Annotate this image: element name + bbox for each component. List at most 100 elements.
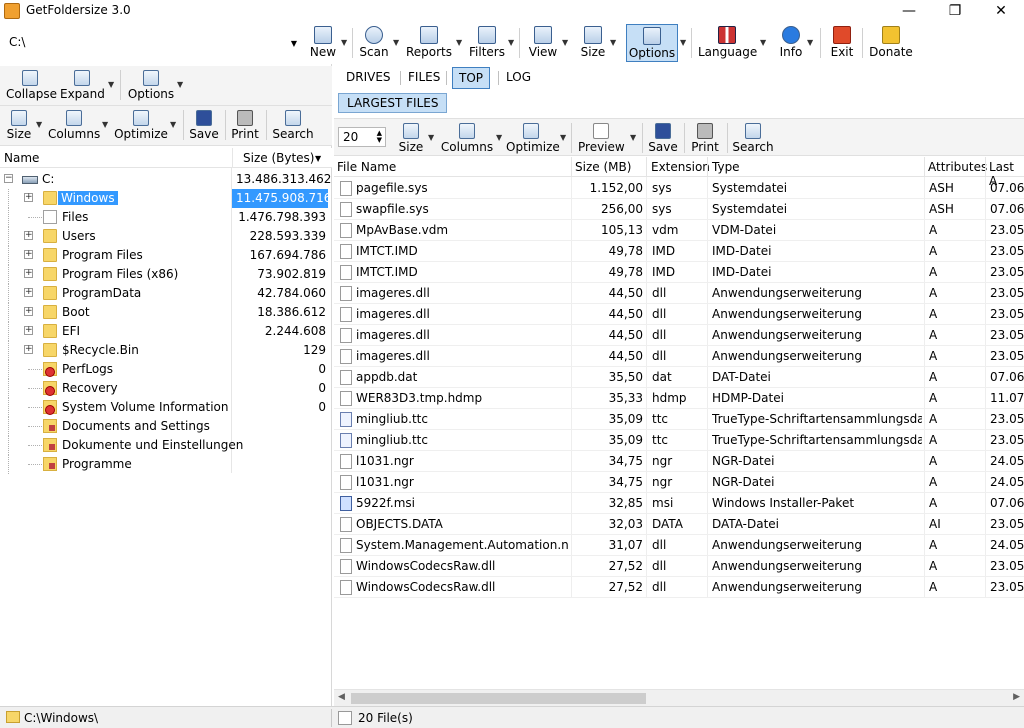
tree-size-button[interactable]: Size (4, 108, 34, 144)
tree-row[interactable]: + Users 228.593.339 (0, 227, 332, 246)
list-row[interactable]: OBJECTS.DATA 32,03 DATA DATA-Datei AI 23.05 (334, 514, 1024, 535)
list-row[interactable]: imageres.dll 44,50 dll Anwendungserweiterun… (334, 304, 1024, 325)
tree-root-row[interactable]: − C: 13.486.313.462 (0, 170, 332, 189)
exit-button[interactable]: Exit (828, 24, 856, 62)
preview-dropdown-icon[interactable]: ▼ (630, 133, 636, 142)
language-button[interactable]: Language (698, 24, 757, 62)
list-row[interactable]: IMTCT.IMD 49,78 IMD IMD-Datei A 23.05 (334, 262, 1024, 283)
scan-button[interactable]: Scan (358, 24, 390, 62)
list-row[interactable]: imageres.dll 44,50 dll Anwendungserweiterun… (334, 283, 1024, 304)
filters-dropdown-icon[interactable]: ▼ (508, 38, 514, 47)
expand-dropdown-icon[interactable]: ▼ (108, 80, 114, 89)
stepper-arrows-icon[interactable]: ▲ ▼ (377, 130, 382, 144)
expand-node-icon[interactable]: + (24, 326, 33, 335)
tree-columns-button[interactable]: Columns (48, 108, 100, 144)
tree-row[interactable]: Dokumente und Einstellungen (0, 436, 332, 455)
list-row[interactable]: pagefile.sys 1.152,00 sys Systemdatei ASH 07.… (334, 178, 1024, 199)
list-row[interactable]: imageres.dll 44,50 dll Anwendungserweiterun… (334, 346, 1024, 367)
tree-row[interactable]: + ProgramData 42.784.060 (0, 284, 332, 303)
list-row[interactable]: MpAvBase.vdm 105,13 vdm VDM-Datei A 23.05 (334, 220, 1024, 241)
size-button[interactable]: Size (578, 24, 608, 62)
minimize-button[interactable]: — (886, 0, 932, 22)
tab-top[interactable]: TOP (452, 67, 491, 89)
tree-print-button[interactable]: Print (230, 108, 260, 144)
expand-node-icon[interactable]: + (24, 231, 33, 240)
tree-row[interactable]: System Volume Information 0 (0, 398, 332, 417)
list-size-button[interactable]: Size (396, 121, 426, 157)
close-button[interactable]: ✕ (978, 0, 1024, 22)
expand-node-icon[interactable]: + (24, 345, 33, 354)
expand-node-icon[interactable]: + (24, 250, 33, 259)
tab-log[interactable]: LOG (500, 67, 537, 89)
view-button[interactable]: View (526, 24, 560, 62)
tree-columns-dropdown-icon[interactable]: ▼ (102, 120, 108, 129)
tree-header-name[interactable]: Name (4, 151, 39, 165)
list-row[interactable]: imageres.dll 44,50 dll Anwendungserweiterun… (334, 325, 1024, 346)
tab-drives[interactable]: DRIVES (340, 67, 397, 89)
col-type[interactable]: Type (712, 160, 740, 174)
collapse-node-icon[interactable]: − (4, 174, 13, 183)
scan-dropdown-icon[interactable]: ▼ (393, 38, 399, 47)
list-row[interactable]: IMTCT.IMD 49,78 IMD IMD-Datei A 23.05 (334, 241, 1024, 262)
list-print-button[interactable]: Print (690, 121, 720, 157)
options-dropdown-icon[interactable]: ▼ (680, 38, 686, 47)
list-columns-button[interactable]: Columns (440, 121, 494, 157)
maximize-button[interactable]: ❐ (932, 0, 978, 22)
largest-files-button[interactable]: LARGEST FILES (338, 93, 448, 113)
collapse-button[interactable]: Collapse (6, 68, 57, 104)
reports-button[interactable]: Reports (405, 24, 453, 62)
tree-save-button[interactable]: Save (188, 108, 220, 144)
info-dropdown-icon[interactable]: ▼ (807, 38, 813, 47)
expand-button[interactable]: Expand (60, 68, 105, 104)
tree-row[interactable]: + Program Files 167.694.786 (0, 246, 332, 265)
list-size-dropdown-icon[interactable]: ▼ (428, 133, 434, 142)
list-row[interactable]: mingliub.ttc 35,09 ttc TrueType-Schriftarte… (334, 409, 1024, 430)
tree-row[interactable]: + EFI 2.244.608 (0, 322, 332, 341)
list-columns-dropdown-icon[interactable]: ▼ (496, 133, 502, 142)
tree-row[interactable]: + $Recycle.Bin 129 (0, 341, 332, 360)
expand-node-icon[interactable]: + (24, 193, 33, 202)
list-row[interactable]: WindowsCodecsRaw.dll 27,52 dll Anwendungser… (334, 556, 1024, 577)
tree-optimize-button[interactable]: Optimize (114, 108, 168, 144)
preview-button[interactable]: Preview (578, 121, 625, 157)
tree-row[interactable]: Documents and Settings (0, 417, 332, 436)
list-row[interactable]: l1031.ngr 34,75 ngr NGR-Datei A 24.05 (334, 472, 1024, 493)
tree-header-size[interactable]: Size (Bytes) (243, 151, 314, 165)
tree-row[interactable]: Files 1.476.798.393 (0, 208, 332, 227)
scroll-left-icon[interactable]: ◀ (338, 692, 345, 702)
reports-dropdown-icon[interactable]: ▼ (456, 38, 462, 47)
new-dropdown-icon[interactable]: ▼ (341, 38, 347, 47)
expand-node-icon[interactable]: + (24, 288, 33, 297)
col-size-mb[interactable]: Size (MB) (575, 160, 631, 174)
tree-row[interactable]: + Program Files (x86) 73.902.819 (0, 265, 332, 284)
horizontal-scrollbar[interactable]: ◀ ▶ (334, 689, 1024, 706)
view-dropdown-icon[interactable]: ▼ (562, 38, 568, 47)
scroll-right-icon[interactable]: ▶ (1013, 692, 1020, 702)
col-file-name[interactable]: File Name (337, 160, 396, 174)
tree-row[interactable]: + Boot 18.386.612 (0, 303, 332, 322)
list-row[interactable]: WindowsCodecsRaw.dll 27,52 dll Anwendungser… (334, 577, 1024, 598)
size-dropdown-icon[interactable]: ▼ (610, 38, 616, 47)
list-save-button[interactable]: Save (648, 121, 678, 157)
tree-options-dropdown-icon[interactable]: ▼ (177, 80, 183, 89)
tree-row[interactable]: PerfLogs 0 (0, 360, 332, 379)
list-optimize-button[interactable]: Optimize (506, 121, 560, 157)
list-row[interactable]: mingliub.ttc 35,09 ttc TrueType-Schriftarte… (334, 430, 1024, 451)
list-row[interactable]: appdb.dat 35,50 dat DAT-Datei A 07.06 (334, 367, 1024, 388)
language-dropdown-icon[interactable]: ▼ (760, 38, 766, 47)
filters-button[interactable]: Filters (468, 24, 506, 62)
list-row[interactable]: swapfile.sys 256,00 sys Systemdatei ASH 07.06 (334, 199, 1024, 220)
list-search-button[interactable]: Search (732, 121, 774, 157)
tree-row[interactable]: Programme (0, 455, 332, 474)
list-row[interactable]: WER83D3.tmp.hdmp 35,33 hdmp HDMP-Datei A 11.0… (334, 388, 1024, 409)
scrollbar-thumb[interactable] (351, 693, 646, 704)
info-button[interactable]: Info (776, 24, 806, 62)
options-button[interactable]: Options (626, 24, 678, 62)
expand-node-icon[interactable]: + (24, 307, 33, 316)
count-stepper[interactable]: 20 ▲ ▼ (338, 127, 386, 147)
path-combobox[interactable]: C:\ ▼ (2, 32, 302, 52)
col-extension[interactable]: Extension (651, 160, 710, 174)
expand-node-icon[interactable]: + (24, 269, 33, 278)
tree-row[interactable]: + Windows 11.475.908.716 (0, 189, 332, 208)
list-row[interactable]: 5922f.msi 32,85 msi Windows Installer-Paket… (334, 493, 1024, 514)
